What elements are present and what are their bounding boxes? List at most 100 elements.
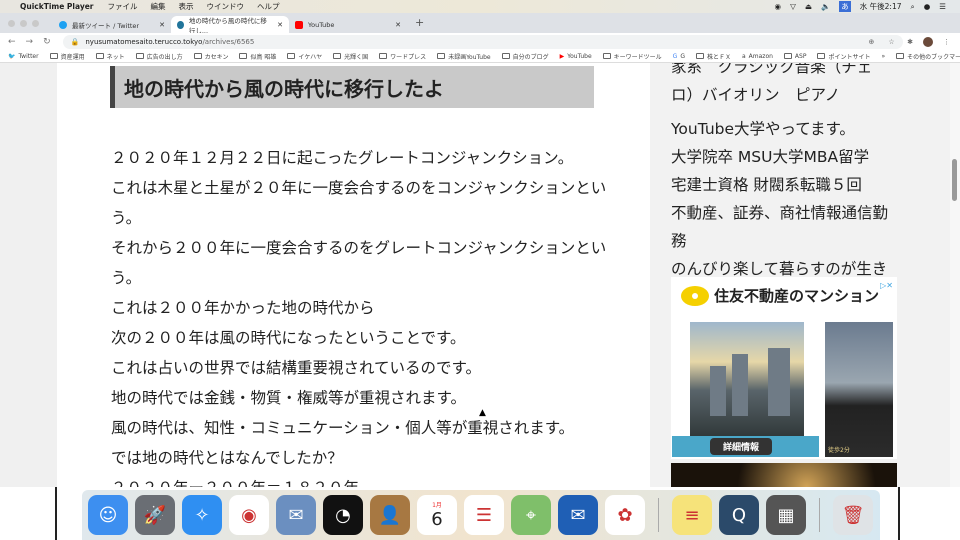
zoom-icon[interactable]: ⊕ <box>868 38 874 46</box>
bookmark-item[interactable]: 似鳥 昭雄 <box>239 52 276 61</box>
scrollbar[interactable] <box>950 63 960 487</box>
bookmark-item[interactable]: イケハヤ <box>287 52 322 61</box>
menu-app-name[interactable]: QuickTime Player <box>20 2 94 11</box>
bookmark-item[interactable]: 資産運用 <box>49 52 85 61</box>
dock-photos-icon[interactable]: ✿ <box>605 495 645 535</box>
folder-icon <box>135 53 144 59</box>
siri-icon[interactable]: ● <box>924 2 931 11</box>
ad-banner-2[interactable] <box>671 463 897 487</box>
amazon-icon: a <box>741 52 746 60</box>
bookmark-item[interactable]: 🐦 Twitter <box>8 53 39 60</box>
dock-notes-icon[interactable]: ≡ <box>672 495 712 535</box>
other-bookmarks[interactable]: その他のブックマーク <box>896 52 960 61</box>
close-tab-icon[interactable]: ✕ <box>395 21 401 29</box>
menu-icon[interactable]: ⋮ <box>943 38 950 46</box>
menu-help[interactable]: ヘルプ <box>257 1 280 12</box>
profile-line: 大学院卒 MSU大学MBA留学 <box>671 148 870 166</box>
bookmark-item[interactable]: カセキン <box>193 52 228 61</box>
extensions-icon[interactable]: ✱ <box>907 38 913 46</box>
dock-reminders-icon[interactable]: ☰ <box>464 495 504 535</box>
wifi-icon[interactable]: ▽ <box>790 2 796 11</box>
new-tab-button[interactable]: + <box>415 16 424 29</box>
dock-finder-icon[interactable]: ☺ <box>88 495 128 535</box>
article-heading: 地の時代から風の時代に移行したよ <box>110 66 594 108</box>
url-input[interactable]: 🔒 nyusumatomesaito.terucco.tokyo/archive… <box>62 34 903 49</box>
menu-window[interactable]: ウインドウ <box>207 1 245 12</box>
control-center-icon[interactable]: ☰ <box>939 2 946 11</box>
bookmark-item[interactable]: a Amazon <box>742 53 773 60</box>
avatar[interactable] <box>923 36 933 47</box>
youtube-icon <box>295 20 303 29</box>
bookmark-item[interactable]: ネット <box>95 52 125 61</box>
profile-line: 宅建士資格 財閥系転職５回 <box>671 176 862 194</box>
bookmark-label: 未録画YouTube <box>448 53 491 61</box>
article-line: う。 <box>111 209 142 227</box>
dock-launchpad-icon[interactable]: 🚀 <box>135 495 175 535</box>
bookmark-item[interactable]: ▶ YouTube <box>560 53 592 60</box>
bookmark-label: 株とＦＸ <box>706 53 731 61</box>
dock-contacts-icon[interactable]: 👤 <box>370 495 410 535</box>
eject-icon[interactable]: ⏏ <box>805 2 812 11</box>
close-tab-icon[interactable]: ✕ <box>277 21 283 29</box>
menu-edit[interactable]: 編集 <box>151 1 166 12</box>
menu-view[interactable]: 表示 <box>179 1 194 12</box>
dock-dashboard-icon[interactable]: ◔ <box>323 495 363 535</box>
dock-thunderbird-icon[interactable]: ✉ <box>558 495 598 535</box>
reload-icon[interactable]: ↻ <box>43 37 51 47</box>
star-icon[interactable]: ☆ <box>888 38 894 46</box>
mouse-cursor-icon: ▲ <box>479 408 486 418</box>
article: 地の時代から風の時代に移行したよ ２０２０年１２月２２日に起こったグレートコンジ… <box>57 63 650 487</box>
clock[interactable]: 水 午後2:17 <box>860 1 902 12</box>
close-tab-icon[interactable]: ✕ <box>159 21 165 29</box>
bookmark-item[interactable]: GG <box>673 53 685 60</box>
bookmark-item[interactable]: ポイントサイト <box>817 52 870 61</box>
ad-banner[interactable]: ▷✕ 住友不動産のマンション 詳細情報 徒歩2分 <box>671 277 897 459</box>
bookmarks-more-button[interactable]: » <box>881 53 885 60</box>
bookmark-item[interactable]: 株とＦＸ <box>695 52 731 61</box>
tab-youtube[interactable]: YouTube ✕ <box>289 16 407 33</box>
bookmark-item[interactable]: ワードプレス <box>379 52 426 61</box>
bookmark-item[interactable]: 広告の出し方 <box>135 52 183 61</box>
bookmark-item[interactable]: 光輝く国 <box>333 52 368 61</box>
folder-icon <box>49 53 58 59</box>
dock-safari-icon[interactable]: ✧ <box>182 495 222 535</box>
profile-line: ロ）バイオリン ピアノ <box>671 86 841 104</box>
bookmark-label: ポイントサイト <box>828 53 871 61</box>
volume-icon[interactable]: 🔈 <box>821 2 830 11</box>
menu-file[interactable]: ファイル <box>108 1 138 12</box>
bookmark-label: 似鳥 昭雄 <box>250 53 277 61</box>
dock-calculator-icon[interactable]: ▦ <box>766 495 806 535</box>
dock-maps-icon[interactable]: ⌖ <box>511 495 551 535</box>
window-controls[interactable] <box>8 20 39 27</box>
bookmark-item[interactable]: ASP <box>783 53 806 60</box>
folder-icon <box>695 53 704 59</box>
dock-quicktime-player-icon[interactable]: Q <box>719 495 759 535</box>
article-line: それから２００年に一度会合するのをグレートコンジャンクションとい <box>111 239 607 257</box>
tab-twitter[interactable]: 最新ツイート / Twitter ✕ <box>53 16 171 33</box>
twitter-icon <box>59 20 67 29</box>
bookmark-label: ワードプレス <box>390 53 427 61</box>
bookmark-item[interactable]: 未録画YouTube <box>437 52 491 61</box>
forward-icon[interactable]: → <box>26 37 34 47</box>
ad-details-button[interactable]: 詳細情報 <box>710 438 772 455</box>
scrollbar-thumb[interactable] <box>952 159 957 201</box>
record-icon[interactable]: ◉ <box>775 2 782 11</box>
input-mode-icon[interactable]: あ <box>839 1 851 12</box>
bookmark-label: Amazon <box>748 52 773 60</box>
dock-calendar-icon[interactable]: 1月 6 <box>417 495 457 535</box>
dock-trash-icon[interactable]: 🗑 <box>833 495 873 535</box>
bookmark-item[interactable]: 自分のブログ <box>501 52 549 61</box>
folder-icon <box>817 53 826 59</box>
dock-mail-icon[interactable]: ✉ <box>276 495 316 535</box>
calendar-day: 6 <box>431 509 443 530</box>
article-line: 次の２００年は風の時代になったということです。 <box>111 329 466 347</box>
ad-choices-icon[interactable]: ▷✕ <box>880 281 893 290</box>
calendar-month: 1月 <box>432 502 442 509</box>
bookmark-label: G <box>680 52 685 60</box>
spotlight-icon[interactable]: ⌕ <box>911 2 915 12</box>
dock-chrome-icon[interactable]: ◉ <box>229 495 269 535</box>
tab-title: 最新ツイート / Twitter <box>72 21 140 30</box>
back-icon[interactable]: ← <box>8 37 16 47</box>
bookmark-item[interactable]: キーワードツール <box>602 52 662 61</box>
tab-article[interactable]: 地の時代から風の時代に移行し... ✕ <box>171 16 289 35</box>
